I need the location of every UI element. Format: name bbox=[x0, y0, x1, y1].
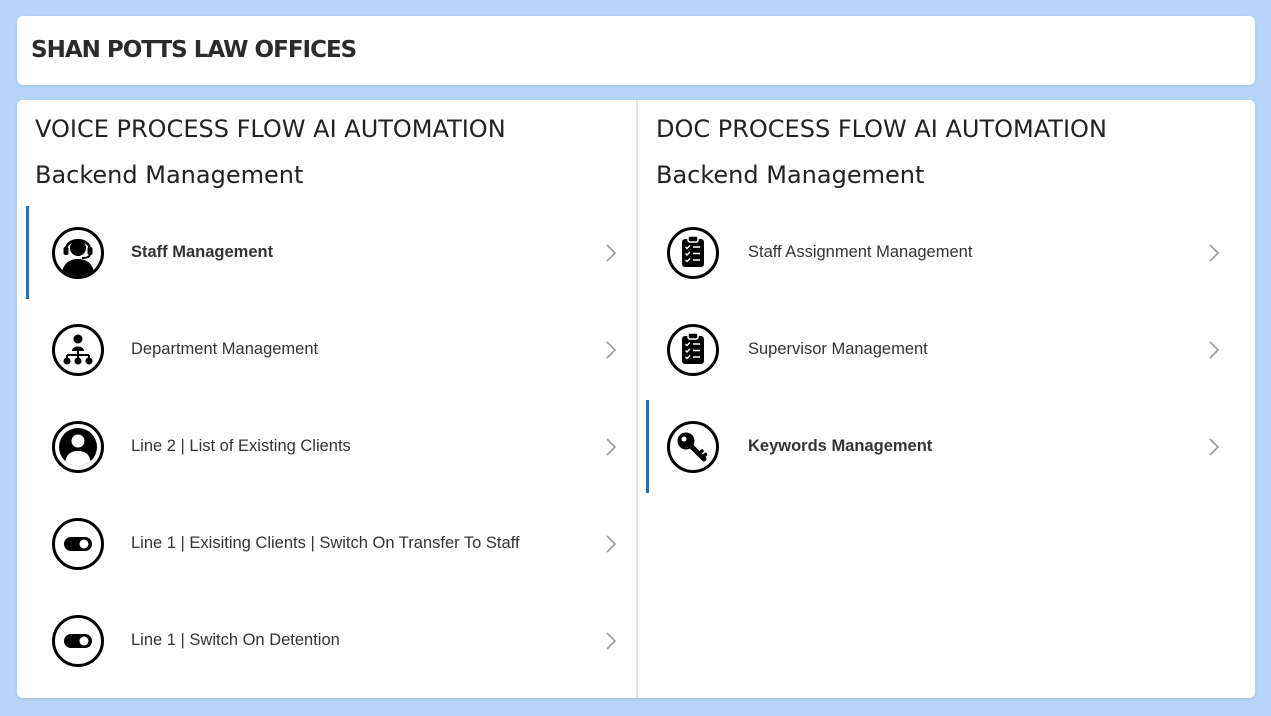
chevron-right-icon bbox=[1207, 243, 1221, 263]
chevron-right-icon bbox=[604, 534, 618, 554]
voice-column: VOICE PROCESS FLOW AI AUTOMATION Backend… bbox=[17, 100, 636, 698]
org-chart-icon bbox=[51, 323, 105, 377]
chevron-right-icon bbox=[604, 437, 618, 457]
menu-item-label: Supervisor Management bbox=[748, 340, 928, 358]
menu-item-label: Staff Assignment Management bbox=[748, 243, 973, 261]
doc-column: DOC PROCESS FLOW AI AUTOMATION Backend M… bbox=[636, 100, 1255, 698]
voice-menu: Staff Management Department Management L… bbox=[17, 204, 636, 689]
menu-item-label: Line 1 | Exisiting Clients | Switch On T… bbox=[131, 534, 520, 552]
menu-item-staff-assignment-management[interactable]: Staff Assignment Management bbox=[638, 204, 1255, 301]
menu-item-label: Department Management bbox=[131, 340, 319, 358]
doc-subtitle: Backend Management bbox=[656, 161, 925, 189]
doc-title: DOC PROCESS FLOW AI AUTOMATION bbox=[656, 115, 1107, 143]
menu-item-keywords-management[interactable]: Keywords Management bbox=[638, 398, 1255, 495]
menu-item-department-management[interactable]: Department Management bbox=[17, 301, 636, 398]
chevron-right-icon bbox=[1207, 437, 1221, 457]
menu-item-line1-detention[interactable]: Line 1 | Switch On Detention bbox=[17, 592, 636, 689]
headset-user-icon bbox=[51, 226, 105, 280]
user-circle-icon bbox=[51, 420, 105, 474]
brand-title: SHAN POTTS LAW OFFICES bbox=[31, 37, 357, 63]
menu-item-line2-existing-clients[interactable]: Line 2 | List of Existing Clients bbox=[17, 398, 636, 495]
menu-item-label: Staff Management bbox=[131, 243, 274, 261]
menu-item-staff-management[interactable]: Staff Management bbox=[17, 204, 636, 301]
menu-item-supervisor-management[interactable]: Supervisor Management bbox=[638, 301, 1255, 398]
voice-title: VOICE PROCESS FLOW AI AUTOMATION bbox=[35, 115, 506, 143]
chevron-right-icon bbox=[1207, 340, 1221, 360]
voice-subtitle: Backend Management bbox=[35, 161, 304, 189]
header-bar: SHAN POTTS LAW OFFICES bbox=[17, 16, 1255, 85]
menu-item-label: Line 2 | List of Existing Clients bbox=[131, 437, 351, 455]
toggle-icon bbox=[51, 517, 105, 571]
chevron-right-icon bbox=[604, 243, 618, 263]
menu-item-label: Line 1 | Switch On Detention bbox=[131, 631, 340, 649]
menu-item-line1-transfer-to-staff[interactable]: Line 1 | Exisiting Clients | Switch On T… bbox=[17, 495, 636, 592]
key-icon bbox=[666, 420, 720, 474]
main-panel: VOICE PROCESS FLOW AI AUTOMATION Backend… bbox=[17, 100, 1255, 698]
toggle-icon bbox=[51, 614, 105, 668]
clipboard-checklist-icon bbox=[666, 323, 720, 377]
chevron-right-icon bbox=[604, 631, 618, 651]
doc-menu: Staff Assignment Management Supervisor M… bbox=[638, 204, 1255, 495]
clipboard-checklist-icon bbox=[666, 226, 720, 280]
chevron-right-icon bbox=[604, 340, 618, 360]
menu-item-label: Keywords Management bbox=[748, 437, 933, 455]
